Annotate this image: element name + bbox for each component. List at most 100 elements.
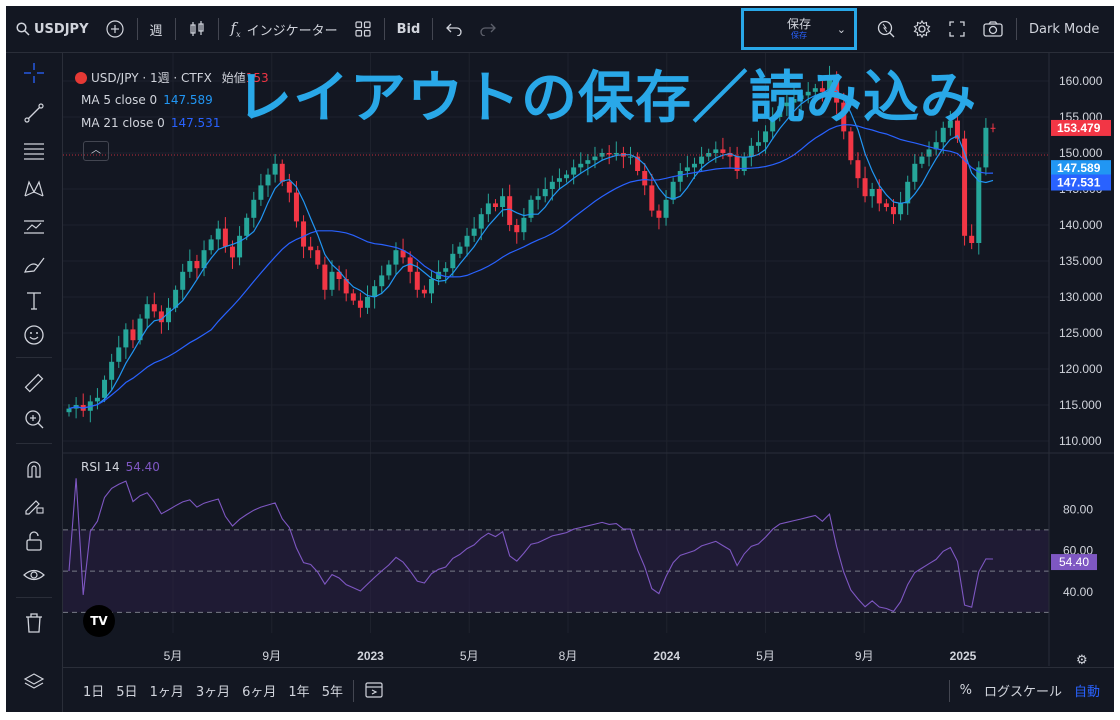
dark-mode-button[interactable]: Dark Mode <box>1021 6 1107 52</box>
candle-body <box>464 235 470 247</box>
candle-body <box>293 192 299 222</box>
candle-body <box>848 131 854 161</box>
quick-search-button[interactable] <box>868 6 904 52</box>
measure-tool[interactable] <box>20 369 48 397</box>
range-button-5[interactable]: 1年 <box>282 681 315 700</box>
bid-button[interactable]: Bid <box>389 6 429 52</box>
range-button-4[interactable]: 6ヶ月 <box>236 681 282 700</box>
save-sublabel: 保存 <box>791 31 807 40</box>
candle-body <box>862 178 868 197</box>
smiley-icon <box>24 325 44 345</box>
candle-body <box>684 167 690 171</box>
auto-scale-button[interactable]: 自動 <box>1068 681 1106 700</box>
candle-body <box>258 185 264 200</box>
horizontal-lines-tool[interactable] <box>20 137 48 165</box>
indicators-button[interactable]: fx インジケーター <box>223 6 346 52</box>
rsi-tick-label: 40.00 <box>1063 585 1093 599</box>
range-button-0[interactable]: 1日 <box>77 681 110 700</box>
trend-line-tool[interactable] <box>20 99 48 127</box>
candle-body <box>194 261 200 269</box>
candle-body <box>883 203 889 207</box>
collapse-legend-button[interactable]: ︿ <box>83 141 109 161</box>
ruler-icon <box>24 373 44 393</box>
screenshot-button[interactable] <box>974 6 1012 52</box>
price-tick-label: 110.000 <box>1059 434 1102 448</box>
redo-icon <box>480 23 497 36</box>
plus-circle-icon <box>105 20 124 38</box>
divider <box>1016 18 1017 40</box>
crosshair-tool[interactable] <box>20 59 48 87</box>
price-label: 147.531 <box>1057 176 1101 190</box>
hide-drawings-tool[interactable] <box>20 561 48 589</box>
remove-drawings-tool[interactable] <box>20 609 48 637</box>
lock-tool[interactable] <box>20 527 48 555</box>
settings-button[interactable] <box>904 6 940 52</box>
brush-tool[interactable] <box>20 251 48 279</box>
candle-body <box>691 163 697 168</box>
candle-body <box>414 271 420 290</box>
candle-body <box>471 228 477 236</box>
range-button-3[interactable]: 3ヶ月 <box>190 681 236 700</box>
divider <box>352 679 354 702</box>
price-tick-label: 125.000 <box>1059 326 1103 340</box>
redo-button[interactable] <box>471 6 505 52</box>
log-scale-button[interactable]: ログスケール <box>978 681 1068 700</box>
lock-drawings-tool[interactable] <box>20 491 48 519</box>
object-tree-tool[interactable] <box>20 669 48 697</box>
candle-body <box>663 199 669 218</box>
range-button-6[interactable]: 5年 <box>316 681 349 700</box>
interval-button[interactable]: 週 <box>142 6 171 52</box>
trend-line-icon <box>24 103 44 123</box>
range-button-2[interactable]: 1ヶ月 <box>144 681 190 700</box>
candle-body <box>215 228 221 240</box>
percent-scale-button[interactable]: % <box>954 683 978 698</box>
rsi-tick-label: 80.00 <box>1063 502 1093 516</box>
gear-icon <box>913 19 931 39</box>
zoom-tool[interactable] <box>20 405 48 433</box>
candle-body <box>521 217 527 233</box>
divider <box>217 18 219 40</box>
candle-body <box>556 178 562 182</box>
rsi-legend[interactable]: RSI 14 54.40 <box>81 460 160 474</box>
symbol-search-button[interactable]: USDJPY <box>6 6 97 52</box>
candle-body <box>144 304 150 319</box>
chart-area[interactable]: 160.000155.000150.000145.000140.000135.0… <box>63 53 1114 668</box>
chevron-down-icon[interactable]: ⌄ <box>837 23 846 36</box>
chart-type-button[interactable] <box>180 6 214 52</box>
time-tick-label: 2023 <box>357 649 384 663</box>
tradingview-logo[interactable]: TV <box>83 605 115 637</box>
save-layout-button[interactable]: 保存 保存 ⌄ <box>741 8 857 50</box>
candle-body <box>642 171 648 186</box>
emoji-tool[interactable] <box>20 321 48 349</box>
candle-body <box>855 160 861 179</box>
range-button-1[interactable]: 5日 <box>110 681 143 700</box>
magnet-tool[interactable] <box>20 455 48 483</box>
candle-body <box>180 271 186 290</box>
compare-symbol-button[interactable] <box>97 6 133 52</box>
time-tick-label: 5月 <box>164 649 183 663</box>
chart-canvas[interactable]: 160.000155.000150.000145.000140.000135.0… <box>63 53 1114 666</box>
goto-date-button[interactable] <box>358 679 390 703</box>
fullscreen-button[interactable] <box>940 6 974 52</box>
time-tick-label: 8月 <box>559 649 578 663</box>
candle-body <box>628 156 634 158</box>
candle-body <box>485 203 491 215</box>
text-tool[interactable] <box>20 287 48 315</box>
rsi-current-label: 54.40 <box>1059 555 1089 569</box>
ma5-legend[interactable]: MA 5 close 0 147.589 <box>81 93 213 107</box>
rsi-value: 54.40 <box>125 460 160 474</box>
forecast-tool[interactable] <box>20 213 48 241</box>
candle-body <box>983 127 989 168</box>
candle-body <box>450 253 456 269</box>
pattern-tool[interactable] <box>20 175 48 203</box>
ma21-legend[interactable]: MA 21 close 0 147.531 <box>81 116 220 130</box>
right-toolbar-group: Dark Mode <box>868 6 1107 52</box>
candle-body <box>158 311 164 323</box>
candle-body <box>457 246 463 254</box>
pencil-lock-icon <box>25 500 44 515</box>
save-label: 保存 <box>786 17 811 31</box>
candle-body <box>102 379 108 398</box>
undo-button[interactable] <box>437 6 471 52</box>
templates-button[interactable] <box>346 6 380 52</box>
goto-date-settings-icon[interactable]: ⚙ <box>1076 653 1088 668</box>
